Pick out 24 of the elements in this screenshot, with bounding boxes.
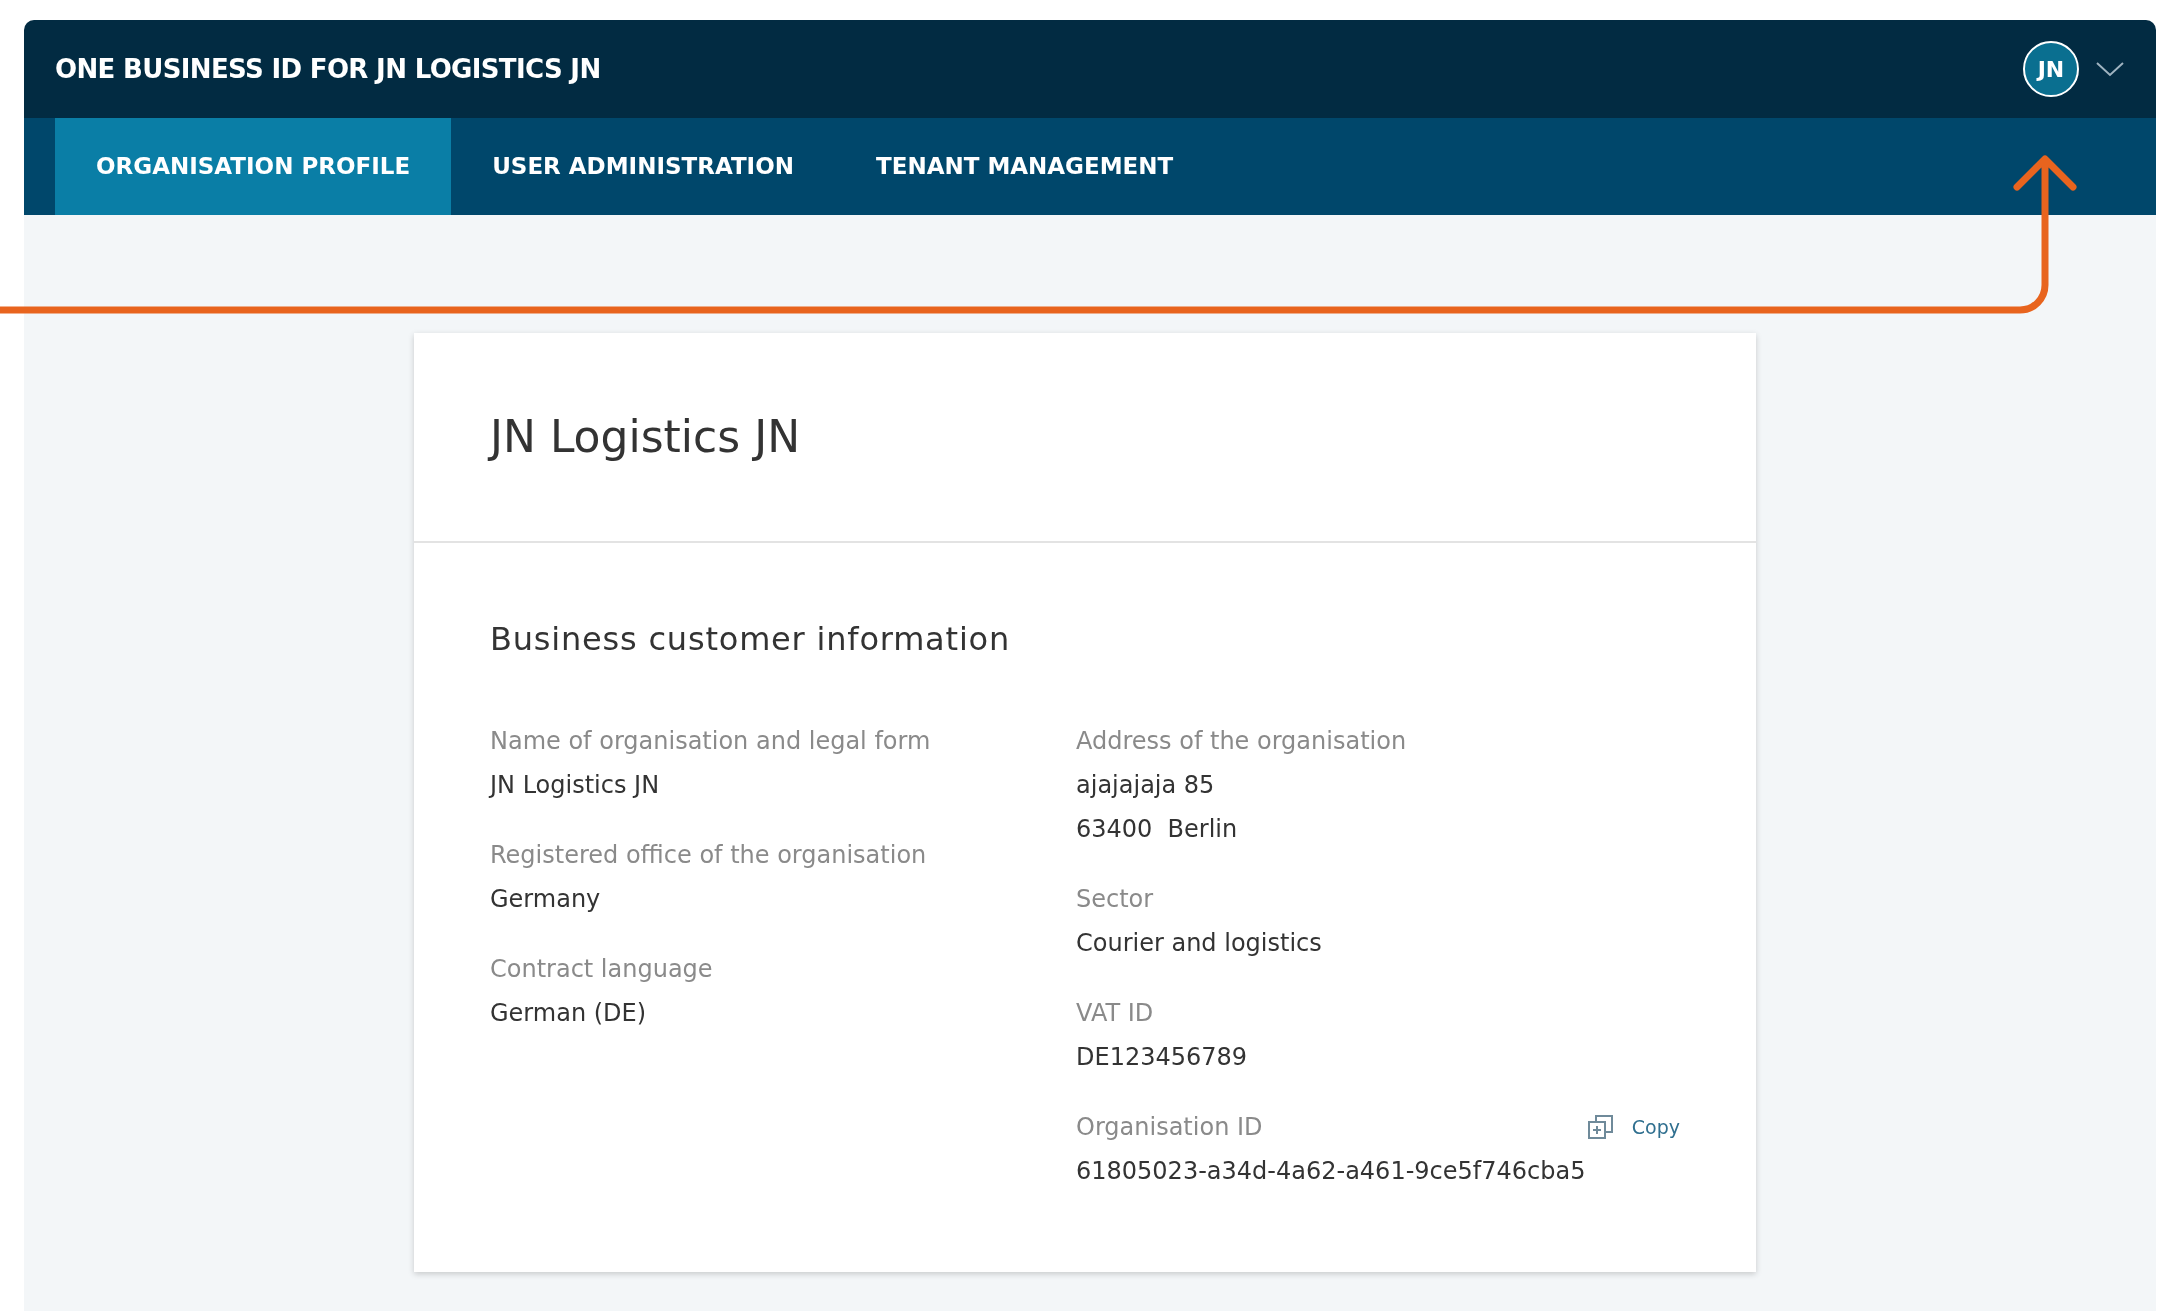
copy-button[interactable]: Copy [1585, 1112, 1680, 1142]
field-label: Address of the organisation [1076, 726, 1407, 757]
field-label: Registered office of the organisation [490, 840, 927, 871]
field-value: JN Logistics JN [490, 770, 661, 801]
field-value: DE123456789 [1076, 1042, 1249, 1073]
field-label: Sector [1076, 884, 1154, 915]
field-value: ajajajaja 85 [1076, 770, 1216, 801]
user-avatar[interactable]: JN [2023, 41, 2079, 97]
nav-tab[interactable]: ORGANISATION PROFILE [55, 118, 452, 215]
field-value: Courier and logistics [1076, 928, 1323, 959]
field-label: Organisation ID [1076, 1112, 1263, 1143]
field-label: Name of organisation and legal form [490, 726, 931, 757]
field-label: VAT ID [1076, 998, 1154, 1029]
chevron-down-icon[interactable] [2095, 61, 2125, 77]
nav-tab[interactable]: TENANT MANAGEMENT [835, 118, 1215, 215]
field-value: Germany [490, 884, 602, 915]
nav-tab[interactable]: USER ADMINISTRATION [451, 118, 835, 215]
copy-icon [1585, 1112, 1616, 1142]
app-title: ONE BUSINESS ID FOR JN LOGISTICS JN [55, 52, 601, 86]
field-value: German (DE) [490, 998, 648, 1029]
section-heading: Business customer information [490, 620, 1011, 658]
field-value: 63400 Berlin [1076, 814, 1239, 845]
field-value: 61805023-a34d-4a62-a461-9ce5f746cba5 [1076, 1156, 1587, 1187]
field-label: Contract language [490, 954, 713, 985]
